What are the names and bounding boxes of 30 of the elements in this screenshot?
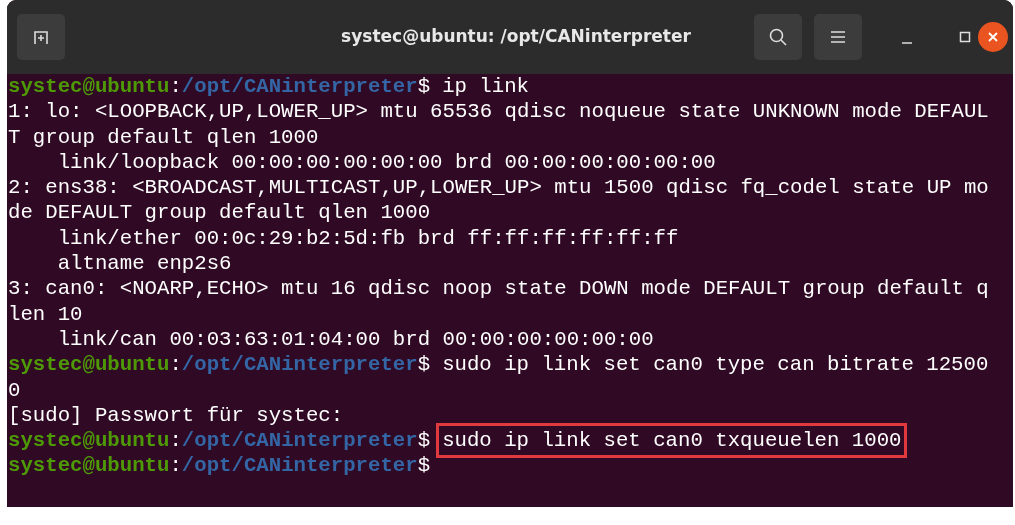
output-line: T group default qlen 1000 bbox=[8, 124, 319, 150]
close-button[interactable] bbox=[978, 22, 1008, 52]
window-title: systec@ubuntu: /opt/CANinterpreter bbox=[340, 25, 692, 49]
output-line: len 10 bbox=[8, 301, 83, 327]
output-line: 1: lo: <LOOPBACK,UP,LOWER_UP> mtu 65536 qdisc noqueue state UNKNOWN mode DEFAUL bbox=[8, 99, 989, 125]
menu-icon bbox=[830, 30, 846, 44]
output-line: link/can 00:03:63:01:04:00 brd 00:00:00:00:00:00 bbox=[56, 326, 654, 353]
close-icon bbox=[987, 31, 999, 43]
output-line: altname enp2s6 bbox=[56, 251, 232, 277]
shell-prompt: systec@ubuntu:/opt/CANinterpreter$ bbox=[8, 453, 431, 479]
output-line: de DEFAULT group default qlen 1000 bbox=[8, 200, 431, 226]
search-icon bbox=[768, 27, 788, 47]
plus-tab-icon bbox=[32, 28, 50, 46]
output-line: 3: can0: <NOARP,ECHO> mtu 16 qdisc noop state DOWN mode DEFAULT group default q bbox=[8, 276, 989, 302]
shell-prompt: systec@ubuntu:/opt/CANinterpreter$ bbox=[8, 352, 431, 378]
output-line: [sudo] Passwort für systec: bbox=[8, 402, 344, 429]
minimize-icon bbox=[902, 42, 912, 44]
output-line: link/loopback 00:00:00:00:00:00 brd 00:00:00:00:00:00 bbox=[56, 149, 716, 176]
shell-prompt: systec@ubuntu:/opt/CANinterpreter$ bbox=[8, 428, 431, 454]
output-line: 0 bbox=[8, 377, 21, 403]
search-button[interactable] bbox=[754, 14, 802, 60]
new-tab-button[interactable] bbox=[17, 14, 65, 60]
highlighted-command: sudo ip link set can0 txqueuelen 1000 bbox=[436, 423, 908, 459]
command-text: ip link bbox=[441, 74, 531, 100]
menu-button[interactable] bbox=[814, 14, 862, 60]
shell-prompt: systec@ubuntu:/opt/CANinterpreter$ bbox=[8, 74, 431, 100]
output-line: 2: ens38: <BROADCAST,MULTICAST,UP,LOWER_UP> mtu 1500 qdisc fq_codel state UP mo bbox=[8, 175, 989, 201]
command-text: sudo ip link set can0 type can bitrate 12500 bbox=[441, 352, 990, 379]
output-line: link/ether 00:0c:29:b2:5d:fb brd ff:ff:ff:ff:ff:ff bbox=[56, 225, 679, 252]
maximize-icon bbox=[959, 31, 971, 43]
